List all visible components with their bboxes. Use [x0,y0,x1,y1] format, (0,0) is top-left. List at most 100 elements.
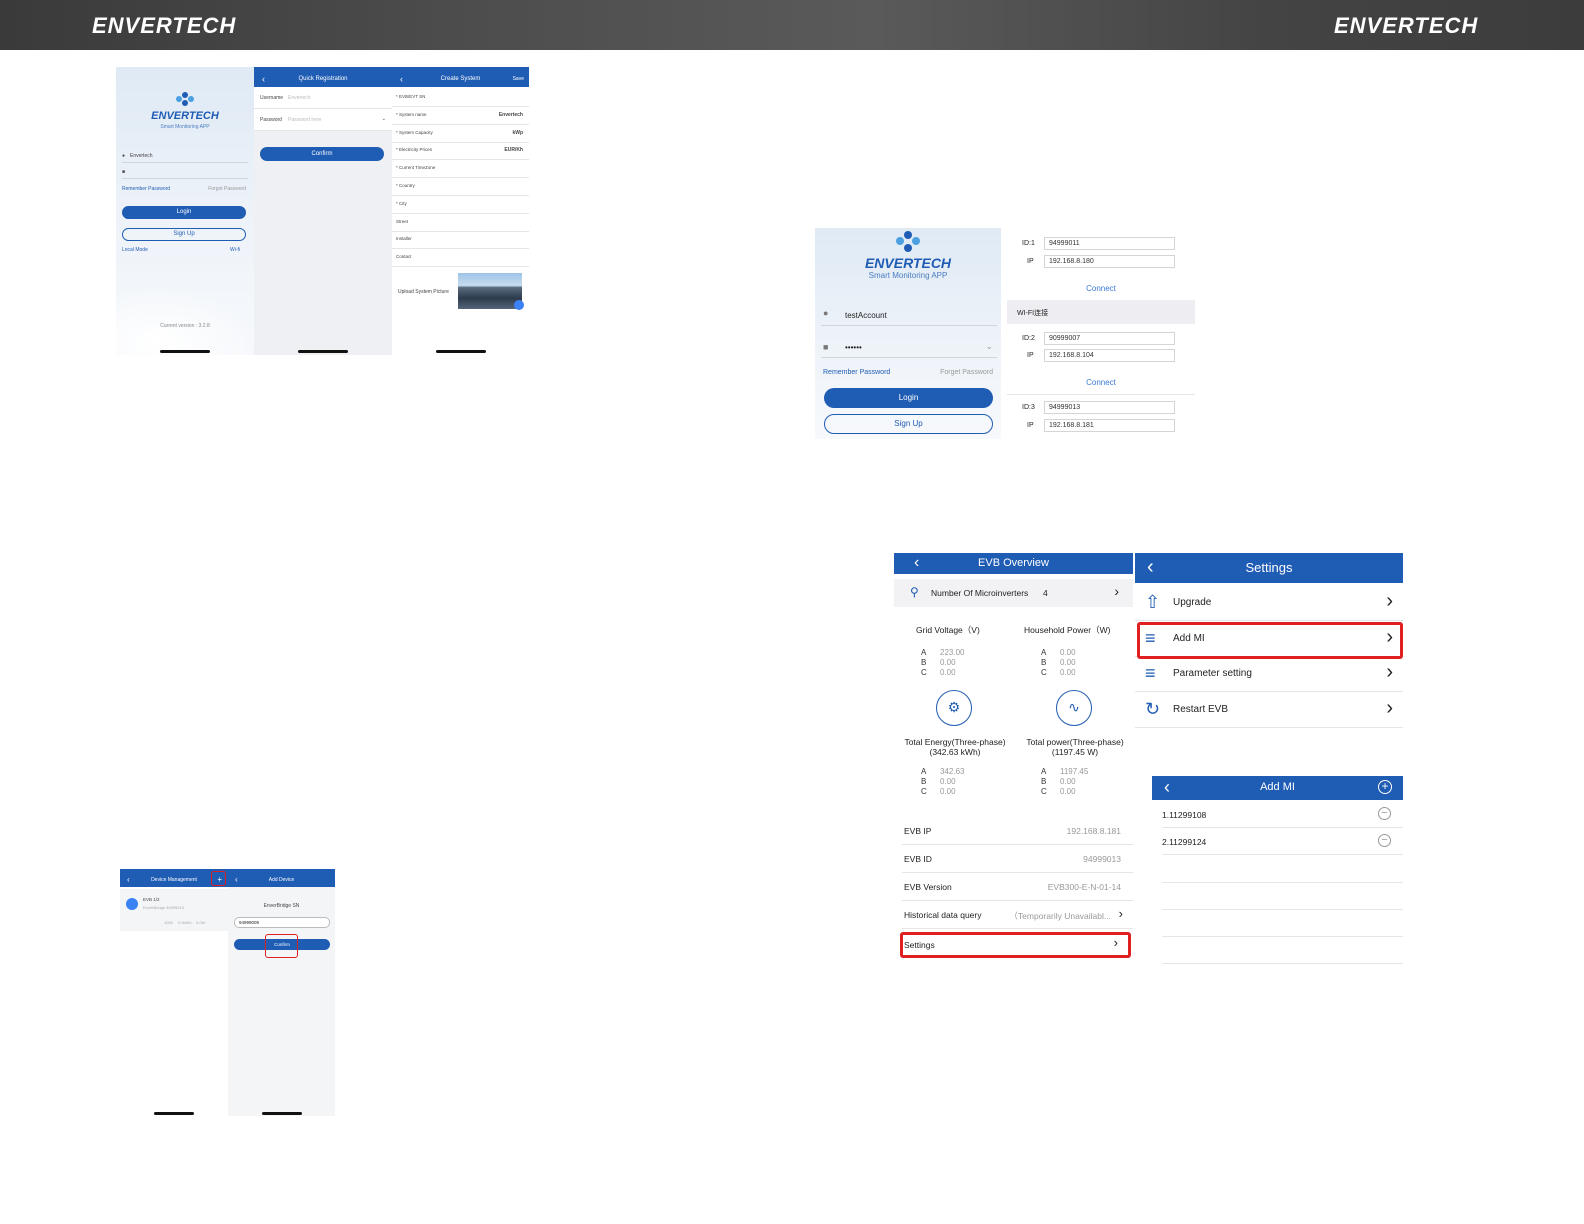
form-row[interactable]: * City [392,196,529,214]
add-circle-icon[interactable]: + [1378,780,1392,794]
phase-label: C [921,787,927,796]
save-button[interactable]: Save [513,67,524,91]
ip-field[interactable]: 192.168.8.181 [1044,419,1175,432]
username-label: Username [260,95,284,101]
phase-label: C [1041,668,1047,677]
info-label: EVB IP [904,826,932,836]
username-row[interactable]: Username Envertech [254,87,392,109]
home-indicator [154,1112,194,1115]
form-row[interactable]: Street [392,214,529,232]
info-row[interactable]: Historical data query （Temporarily Unavai… [902,901,1133,929]
ip-field[interactable]: 192.168.8.180 [1044,255,1175,268]
remember-password[interactable]: Remember Password [823,369,890,376]
phase-value: 0.00 [1060,787,1076,796]
password-label: Password [260,117,282,123]
connect-button[interactable]: Connect [1007,378,1195,387]
signup-button[interactable]: Sign Up [824,414,993,434]
device-name: EVB 1/2 [143,897,160,902]
confirm-button[interactable]: Confirm [260,147,384,161]
connect-button[interactable]: Connect [1007,284,1195,293]
form-row[interactable]: * Country [392,178,529,196]
phase-value: 1197.45 [1060,767,1089,776]
signup-button[interactable]: Sign Up [122,228,246,241]
form-row[interactable]: * EVB/EVT SN [392,89,529,107]
forget-password-link[interactable]: Forget Password [940,369,993,376]
form-row-value: Envertech [498,111,523,118]
password-field[interactable]: ■ •••••• ⌄ [821,338,997,358]
eye-icon[interactable]: ⌄ [382,116,386,122]
settings-item-restart-evb[interactable]: ↻ Restart EVB › [1135,693,1403,728]
remove-circle-icon[interactable]: − [1378,807,1391,820]
solar-panel-image[interactable] [458,273,522,309]
login-screen-large: ENVERTECH Smart Monitoring APP ● testAcc… [815,228,1001,439]
form-row[interactable]: Installer [392,231,529,250]
phase-value: 342.63 [940,767,965,776]
password-field[interactable]: ■ [122,167,248,179]
chevron-right-icon: › [1386,590,1393,612]
id-field[interactable]: 90999007 [1044,332,1175,345]
add-device-header: ‹ Add Device [228,869,335,887]
settings-item-label: Upgrade [1173,597,1212,608]
settings-item-upgrade[interactable]: ⇧ Upgrade › [1135,586,1403,621]
form-row[interactable]: * Current TimeZone [392,160,529,179]
device-card[interactable]: EVB 1/2 EnverBridge 94999013 1000 0.0kWh… [120,889,228,931]
remember-password[interactable]: Remember Password [122,186,170,192]
back-icon[interactable]: ‹ [127,869,130,891]
mi-serial: 2.11299124 [1162,837,1207,847]
login-button[interactable]: Login [122,206,246,219]
username-placeholder: Envertech [288,95,311,101]
info-value: （Temporarily Unavailabl... [1009,911,1111,921]
back-icon[interactable]: ‹ [400,67,403,91]
form-row[interactable]: Contact [392,249,529,268]
lock-icon: ■ [823,342,829,352]
empty-area [120,931,228,1116]
quick-reg-title: Quick Registration [298,76,348,82]
settings-title: Settings [1245,560,1293,575]
username-field[interactable]: ● Envertech [122,151,248,163]
remove-circle-icon[interactable]: − [1378,834,1391,847]
ip-label: IP [1027,352,1034,359]
phase-label: C [921,668,927,677]
phase-label: A [921,648,927,657]
forgot-password-link[interactable]: Forgot Password [208,186,246,192]
header-bar: ENVERTECH ENVERTECH [0,0,1584,50]
phase-value: 0.00 [1060,668,1076,677]
wifi-link[interactable]: Wi-fi [230,247,240,253]
info-row: EVB IP 192.168.8.181 [902,817,1133,845]
form-row-label: * System name [396,111,427,117]
id-field[interactable]: 94999013 [1044,401,1175,414]
form-row-label: * City [396,200,407,206]
phase-value: 0.00 [940,777,956,786]
mi-serial: 1.11299108 [1162,810,1207,820]
local-mode-link[interactable]: Local Mode [122,247,148,253]
add-device-screen: ‹ Add Device EnverBridge SN 94999009 Con… [228,869,335,1116]
envertech-logo-icon [176,92,194,106]
form-row-label: * Country [396,183,415,188]
total-power-title: Total power(Three-phase) (1197.45 W) [1016,737,1133,757]
add-mi-header: ‹ Add MI + [1152,776,1403,800]
eye-icon[interactable]: ⌄ [985,341,993,352]
home-indicator [298,350,348,353]
phase-label: A [1041,767,1047,776]
chevron-right-icon: › [1386,661,1393,683]
sn-input[interactable]: 94999009 [234,917,330,928]
ip-field[interactable]: 192.168.8.104 [1044,349,1175,362]
username-field[interactable]: ● testAccount [821,306,997,326]
phase-value: 0.00 [1060,648,1076,657]
form-row[interactable]: * System Capacity kWp [392,125,529,143]
login-button[interactable]: Login [824,388,993,408]
password-row[interactable]: Password Password here ⌄ [254,109,392,131]
id-field[interactable]: 94999011 [1044,237,1175,250]
confirm-highlight-box [265,934,298,958]
quick-registration-screen: ‹ Quick Registration Username Envertech … [254,67,392,355]
form-row[interactable]: * System name Envertech [392,107,529,125]
device-stat: 1000 [164,920,173,925]
camera-icon[interactable] [514,300,524,310]
back-icon[interactable]: ‹ [235,869,238,891]
divider [1162,963,1403,964]
form-row[interactable]: * Electricity Prices EUR/Kh [392,142,529,161]
form-row-value: EUR/Kh [504,147,523,154]
microinverter-row[interactable]: ⚲ Number Of Microinverters 4 › [894,579,1133,607]
home-indicator [160,350,210,353]
settings-item-parameter-setting[interactable]: ≡ Parameter setting › [1135,657,1403,692]
